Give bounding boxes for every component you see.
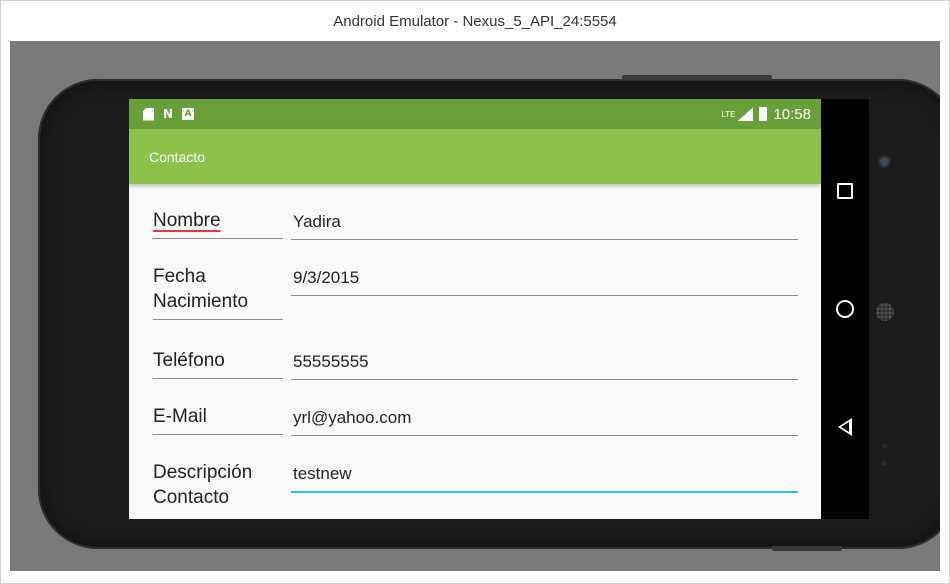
window-title: Android Emulator - Nexus_5_API_24:5554: [333, 12, 617, 30]
device-screen: N A LTE 10:58 Contacto Nombre Yadira Fec…: [129, 99, 821, 519]
status-notifications: N A: [143, 107, 195, 121]
field-label-nombre: Nombre: [153, 208, 283, 239]
power-button[interactable]: [772, 546, 842, 551]
n-icon: N: [163, 107, 174, 121]
field-label-line2: Nacimiento: [153, 291, 249, 312]
app-bar: Contacto: [129, 129, 821, 184]
a-notification-icon: A: [182, 108, 195, 120]
sensor-dot-icon: [882, 444, 887, 449]
field-label-telefono: Teléfono: [153, 348, 283, 379]
home-icon: [836, 300, 854, 318]
network-type-label: LTE: [721, 109, 736, 119]
field-label-email: E-Mail: [153, 404, 283, 435]
telefono-input[interactable]: 55555555: [291, 350, 798, 380]
back-icon: [838, 418, 852, 436]
window-titlebar[interactable]: Android Emulator - Nexus_5_API_24:5554: [1, 1, 949, 41]
field-label-descripcion: Descripción Contacto: [153, 460, 283, 515]
emulator-canvas: N A LTE 10:58 Contacto Nombre Yadira Fec…: [10, 41, 940, 571]
home-button[interactable]: [821, 289, 869, 329]
back-button[interactable]: [821, 407, 869, 447]
field-label-line2: Contacto: [153, 487, 230, 508]
recents-icon: [837, 183, 853, 199]
sensor-dot-icon: [882, 461, 887, 466]
fecha-input[interactable]: 9/3/2015: [291, 266, 798, 296]
speaker-grille-icon: [876, 303, 894, 321]
sd-card-icon: [143, 107, 154, 121]
status-system: LTE 10:58: [721, 106, 811, 123]
front-camera-icon: [880, 157, 889, 166]
field-label-line1: Fecha: [153, 266, 206, 287]
field-label-text: Nombre: [153, 210, 221, 231]
nombre-input[interactable]: Yadira: [291, 210, 798, 240]
field-label-fecha: Fecha Nacimiento: [153, 264, 283, 320]
navigation-bar: [821, 99, 869, 519]
status-bar: N A LTE 10:58: [129, 99, 821, 129]
recents-button[interactable]: [821, 171, 869, 211]
signal-icon: [737, 107, 754, 121]
field-label-line1: Descripción: [153, 462, 253, 483]
battery-icon: [759, 107, 768, 121]
emulator-window: Android Emulator - Nexus_5_API_24:5554 N…: [0, 0, 950, 584]
app-title: Contacto: [149, 148, 206, 165]
contact-form: Nombre Yadira Fecha Nacimiento 9/3/2015 …: [129, 184, 821, 519]
descripcion-input[interactable]: testnew: [291, 462, 798, 493]
status-time: 10:58: [773, 105, 811, 123]
email-input[interactable]: yrl@yahoo.com: [291, 406, 798, 436]
volume-button[interactable]: [622, 75, 772, 80]
